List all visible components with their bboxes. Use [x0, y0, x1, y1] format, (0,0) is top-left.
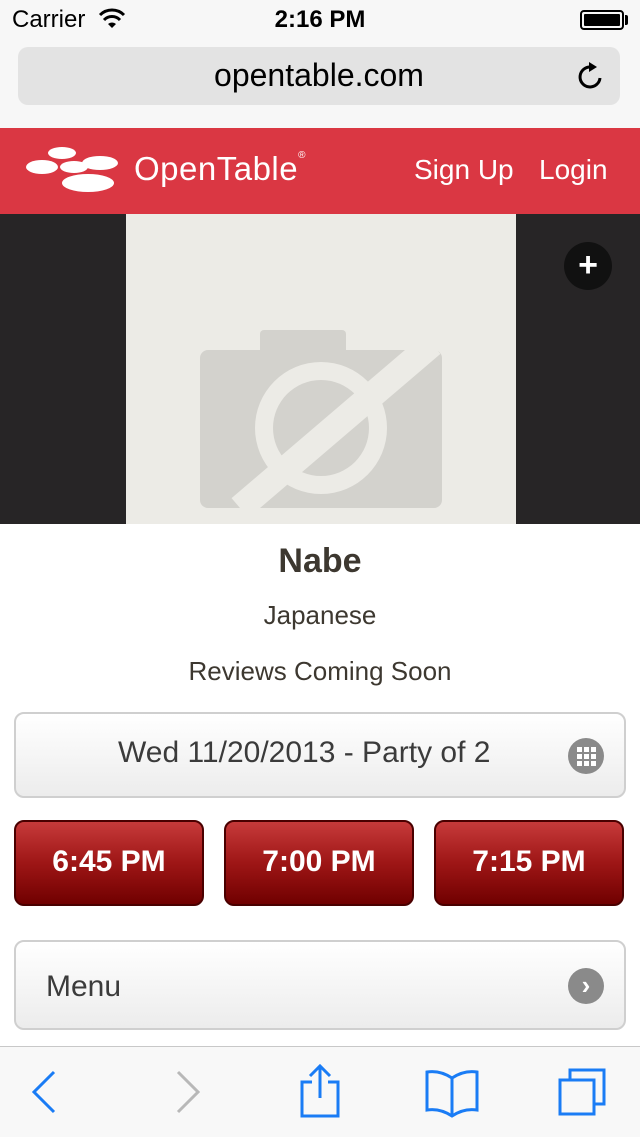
menu-label[interactable]: Menu [46, 970, 121, 1004]
opentable-logo-text[interactable]: OpenTable® [134, 150, 306, 188]
add-photo-button[interactable]: + [564, 242, 612, 290]
forward-arrow-icon[interactable] [172, 1062, 204, 1122]
calendar-grid-icon[interactable] [568, 738, 604, 774]
reservation-summary[interactable]: Wed 11/20/2013 - Party of 2 [118, 736, 490, 770]
battery-icon [580, 10, 624, 30]
chevron-right-icon[interactable]: › [568, 968, 604, 1004]
restaurant-cuisine: Japanese [263, 600, 377, 630]
login-link[interactable]: Login [539, 154, 608, 186]
no-photo-camera-icon [200, 330, 442, 510]
time-slot-button[interactable]: 7:15 PM [434, 820, 624, 906]
url-text[interactable]: opentable.com [18, 57, 620, 94]
tabs-icon[interactable] [556, 1062, 610, 1122]
time-slot-button[interactable]: 6:45 PM [14, 820, 204, 906]
reviews-status: Reviews Coming Soon [188, 656, 452, 686]
restaurant-name: Nabe [278, 542, 362, 580]
signup-link[interactable]: Sign Up [414, 154, 514, 186]
back-arrow-icon[interactable] [28, 1062, 60, 1122]
battery-tip [625, 15, 628, 25]
time-slot-button[interactable]: 7:00 PM [224, 820, 414, 906]
opentable-logo-icon[interactable] [24, 145, 120, 197]
share-icon[interactable] [298, 1062, 342, 1122]
bookmarks-icon[interactable] [424, 1062, 480, 1122]
status-time: 2:16 PM [274, 6, 366, 33]
reload-icon[interactable] [576, 60, 606, 92]
